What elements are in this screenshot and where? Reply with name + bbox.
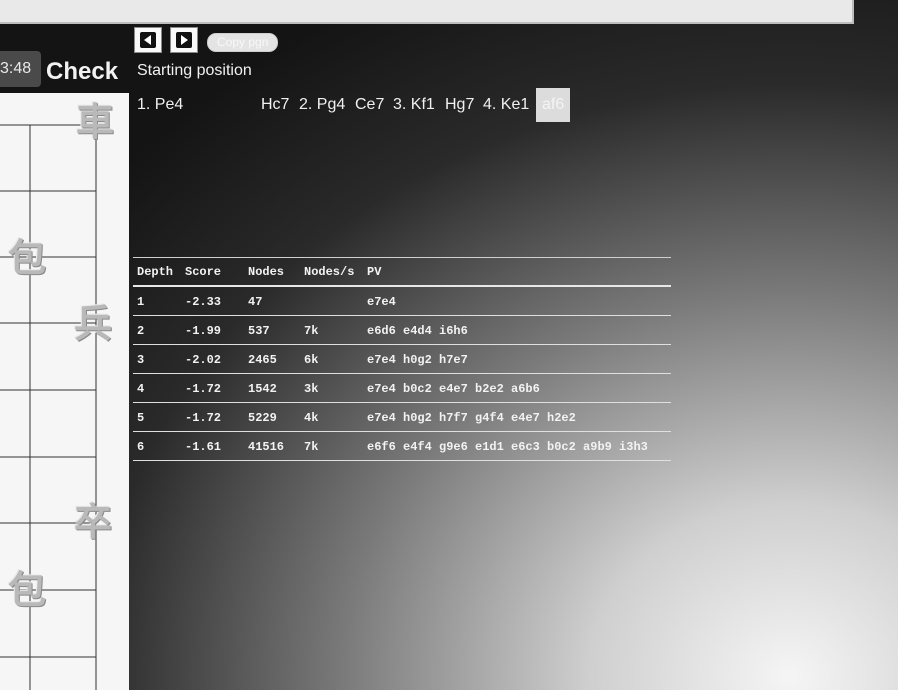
col-nodes-header: Nodes bbox=[244, 257, 300, 287]
depth-cell: 4 bbox=[133, 373, 181, 403]
pv-cell: e7e4 bbox=[363, 286, 671, 316]
depth-cell: 1 bbox=[133, 286, 181, 316]
col-nps-header: Nodes/s bbox=[300, 257, 363, 287]
table-row: 2 -1.99 537 7k e6d6 e4d4 i6h6 bbox=[133, 315, 671, 345]
nps-cell bbox=[300, 286, 363, 316]
col-pv-header: PV bbox=[363, 257, 671, 287]
xiangqi-board[interactable]: 車 包 兵 卒 包 bbox=[0, 93, 129, 690]
table-row: 5 -1.72 5229 4k e7e4 h0g2 h7f7 g4f4 e4e7… bbox=[133, 402, 671, 432]
nps-cell: 7k bbox=[300, 431, 363, 461]
move-item[interactable]: Hc7 bbox=[261, 96, 289, 114]
nps-cell: 3k bbox=[300, 373, 363, 403]
nodes-cell: 537 bbox=[244, 315, 300, 345]
depth-cell: 3 bbox=[133, 344, 181, 374]
nps-cell: 7k bbox=[300, 315, 363, 345]
starting-position-link[interactable]: Starting position bbox=[137, 62, 252, 80]
game-status: Check bbox=[46, 58, 119, 85]
score-cell: -2.02 bbox=[181, 344, 244, 374]
table-row: 6 -1.61 41516 7k e6f6 e4f4 g9e6 e1d1 e6c… bbox=[133, 431, 671, 461]
move-item[interactable]: Hg7 bbox=[445, 96, 474, 114]
pv-cell: e7e4 b0c2 e4e7 b2e2 a6b6 bbox=[363, 373, 671, 403]
table-row: 4 -1.72 1542 3k e7e4 b0c2 e4e7 b2e2 a6b6 bbox=[133, 373, 671, 403]
copy-pgn-button[interactable]: Copy pgn bbox=[207, 33, 279, 52]
move-item[interactable]: 2. Pg4 bbox=[299, 96, 345, 114]
col-score-header: Score bbox=[181, 257, 244, 287]
move-item[interactable]: 1. Pe4 bbox=[137, 96, 183, 114]
nodes-cell: 41516 bbox=[244, 431, 300, 461]
depth-cell: 2 bbox=[133, 315, 181, 345]
analysis-table: Depth Score Nodes Nodes/s PV 1 -2.33 47 … bbox=[133, 257, 671, 461]
table-row: 1 -2.33 47 e7e4 bbox=[133, 286, 671, 316]
table-row: 3 -2.02 2465 6k e7e4 h0g2 h7e7 bbox=[133, 344, 671, 374]
piece-cannon[interactable]: 包 bbox=[8, 571, 46, 609]
score-cell: -2.33 bbox=[181, 286, 244, 316]
nodes-cell: 5229 bbox=[244, 402, 300, 432]
game-timer: 3:48 bbox=[0, 51, 41, 87]
piece-pawn[interactable]: 卒 bbox=[74, 503, 112, 541]
score-cell: -1.99 bbox=[181, 315, 244, 345]
next-move-button[interactable] bbox=[170, 27, 198, 53]
top-panel bbox=[0, 0, 854, 24]
depth-cell: 5 bbox=[133, 402, 181, 432]
nodes-cell: 47 bbox=[244, 286, 300, 316]
score-cell: -1.72 bbox=[181, 373, 244, 403]
col-depth-header: Depth bbox=[133, 257, 181, 287]
piece-chariot[interactable]: 車 bbox=[76, 103, 114, 141]
pv-cell: e7e4 h0g2 h7e7 bbox=[363, 344, 671, 374]
move-item[interactable]: 3. Kf1 bbox=[393, 96, 435, 114]
analysis-header-row: Depth Score Nodes Nodes/s PV bbox=[133, 257, 671, 287]
nodes-cell: 2465 bbox=[244, 344, 300, 374]
nps-cell: 6k bbox=[300, 344, 363, 374]
move-item[interactable]: Ce7 bbox=[355, 96, 384, 114]
pv-cell: e6d6 e4d4 i6h6 bbox=[363, 315, 671, 345]
pv-cell: e7e4 h0g2 h7f7 g4f4 e4e7 h2e2 bbox=[363, 402, 671, 432]
prev-move-button[interactable] bbox=[134, 27, 162, 53]
depth-cell: 6 bbox=[133, 431, 181, 461]
move-item[interactable]: 4. Ke1 bbox=[483, 96, 529, 114]
pv-cell: e6f6 e4f4 g9e6 e1d1 e6c3 b0c2 a9b9 i3h3 bbox=[363, 431, 671, 461]
piece-soldier[interactable]: 兵 bbox=[74, 305, 112, 343]
current-move-item[interactable]: af6 bbox=[536, 88, 571, 122]
next-arrow-icon bbox=[176, 32, 192, 48]
score-cell: -1.61 bbox=[181, 431, 244, 461]
score-cell: -1.72 bbox=[181, 402, 244, 432]
piece-cannon[interactable]: 包 bbox=[8, 239, 46, 277]
nodes-cell: 1542 bbox=[244, 373, 300, 403]
nps-cell: 4k bbox=[300, 402, 363, 432]
prev-arrow-icon bbox=[140, 32, 156, 48]
